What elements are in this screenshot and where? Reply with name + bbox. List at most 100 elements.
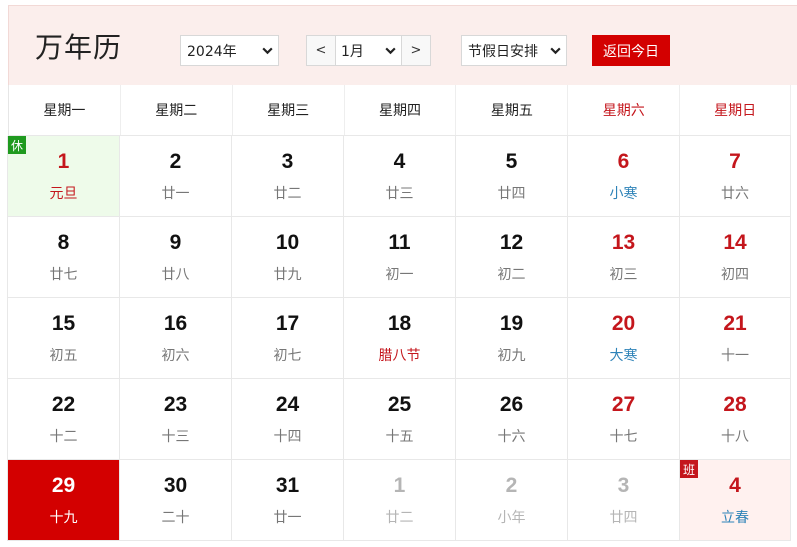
day-cell[interactable]: 11 初一 — [343, 217, 456, 298]
day-cell[interactable]: 3 廿四 — [567, 460, 680, 541]
day-number: 5 — [505, 150, 518, 173]
lunar-date: 大寒 — [609, 348, 638, 364]
lunar-date: 初九 — [497, 348, 526, 364]
lunar-date: 元旦 — [49, 186, 78, 202]
day-number: 19 — [499, 312, 524, 335]
day-number: 17 — [275, 312, 300, 335]
day-cell[interactable]: 2 小年 — [455, 460, 568, 541]
day-cell[interactable]: 12 初二 — [455, 217, 568, 298]
day-cell[interactable]: 3 廿二 — [231, 136, 344, 217]
calendar-header: 万年历 2024年 < 1月 > 节假日安排 返回今日 — [8, 5, 797, 85]
day-cell[interactable]: 25 十五 — [343, 379, 456, 460]
lunar-date: 廿二 — [273, 186, 302, 202]
lunar-date: 小寒 — [609, 186, 638, 202]
day-cell[interactable]: 20 大寒 — [567, 298, 680, 379]
day-number: 20 — [611, 312, 636, 335]
lunar-date: 廿二 — [385, 510, 414, 526]
day-number: 12 — [499, 231, 524, 254]
month-navigator: < 1月 > — [306, 35, 431, 66]
day-number: 16 — [163, 312, 188, 335]
day-number: 6 — [617, 150, 630, 173]
lunar-date: 廿四 — [497, 186, 526, 202]
day-cell[interactable]: 16 初六 — [119, 298, 232, 379]
days-grid: 休 1 元旦 2 廿一 3 廿二 4 廿三 5 廿四 6 小寒 7 廿六 8 廿七 9 廿八 10 廿九 11 初一 12 初二… — [7, 135, 791, 541]
lunar-date: 廿一 — [273, 510, 302, 526]
day-cell[interactable]: 24 十四 — [231, 379, 344, 460]
day-number: 15 — [51, 312, 76, 335]
holiday-select-value: 节假日安排 — [468, 43, 538, 60]
lunar-date: 廿六 — [721, 186, 749, 202]
calendar-grid: 星期一 星期二 星期三 星期四 星期五 星期六 星期日 休 1 元旦 2 廿一 3 廿二 4 廿三 5 廿四 6 小… — [7, 85, 792, 541]
day-cell[interactable]: 17 初七 — [231, 298, 344, 379]
holiday-select[interactable]: 节假日安排 — [461, 35, 567, 66]
day-cell[interactable]: 22 十二 — [7, 379, 120, 460]
day-cell[interactable]: 13 初三 — [567, 217, 680, 298]
day-number: 30 — [163, 474, 188, 497]
lunar-date: 初一 — [385, 267, 414, 283]
lunar-date: 初二 — [497, 267, 526, 283]
lunar-date: 十八 — [721, 429, 749, 445]
lunar-date: 初六 — [161, 348, 190, 364]
day-cell[interactable]: 8 廿七 — [7, 217, 120, 298]
lunar-date: 腊八节 — [378, 348, 421, 364]
lunar-date: 廿一 — [161, 186, 190, 202]
lunar-date: 小年 — [497, 510, 526, 526]
lunar-date: 廿八 — [161, 267, 190, 283]
day-cell[interactable]: 班 4 立春 — [679, 460, 791, 541]
weekday-label: 星期五 — [456, 85, 569, 135]
day-number: 28 — [723, 393, 747, 416]
day-number: 2 — [505, 474, 518, 497]
day-number: 29 — [51, 474, 76, 497]
lunar-date: 十二 — [49, 429, 78, 445]
chevron-down-icon — [256, 44, 278, 57]
day-cell[interactable]: 31 廿一 — [231, 460, 344, 541]
day-cell[interactable]: 10 廿九 — [231, 217, 344, 298]
day-cell[interactable]: 7 廿六 — [679, 136, 791, 217]
day-cell[interactable]: 14 初四 — [679, 217, 791, 298]
day-number: 9 — [169, 231, 182, 254]
day-cell[interactable]: 23 十三 — [119, 379, 232, 460]
day-number: 2 — [169, 150, 182, 173]
day-cell[interactable]: 1 廿二 — [343, 460, 456, 541]
day-cell[interactable]: 19 初九 — [455, 298, 568, 379]
lunar-date: 初四 — [721, 267, 749, 283]
lunar-date: 初五 — [49, 348, 78, 364]
day-cell[interactable]: 26 十六 — [455, 379, 568, 460]
day-cell[interactable]: 休 1 元旦 — [7, 136, 120, 217]
day-number: 1 — [57, 150, 70, 173]
lunar-date: 十六 — [497, 429, 526, 445]
day-cell[interactable]: 30 二十 — [119, 460, 232, 541]
day-number: 10 — [275, 231, 300, 254]
day-number: 1 — [393, 474, 406, 497]
day-cell[interactable]: 9 廿八 — [119, 217, 232, 298]
day-number: 25 — [387, 393, 412, 416]
lunar-date: 立春 — [721, 510, 749, 526]
weekday-label: 星期日 — [680, 85, 792, 135]
day-cell[interactable]: 27 十七 — [567, 379, 680, 460]
day-cell[interactable]: 4 廿三 — [343, 136, 456, 217]
day-cell[interactable]: 18 腊八节 — [343, 298, 456, 379]
lunar-date: 廿四 — [609, 510, 638, 526]
day-number: 14 — [723, 231, 747, 254]
year-select[interactable]: 2024年 — [180, 35, 279, 66]
day-cell[interactable]: 6 小寒 — [567, 136, 680, 217]
weekday-label: 星期六 — [568, 85, 681, 135]
day-cell[interactable]: 2 廿一 — [119, 136, 232, 217]
day-cell[interactable]: 5 廿四 — [455, 136, 568, 217]
page-title: 万年历 — [35, 31, 123, 64]
day-cell[interactable]: 21 十一 — [679, 298, 791, 379]
lunar-date: 廿七 — [49, 267, 78, 283]
prev-month-button[interactable]: < — [307, 36, 336, 65]
day-number: 26 — [499, 393, 524, 416]
lunar-date: 十一 — [721, 348, 749, 364]
day-cell[interactable]: 15 初五 — [7, 298, 120, 379]
day-number: 22 — [51, 393, 76, 416]
back-to-today-button[interactable]: 返回今日 — [592, 35, 670, 66]
day-cell-today[interactable]: 29 十九 — [7, 460, 120, 541]
lunar-date: 二十 — [161, 510, 190, 526]
day-number: 13 — [611, 231, 636, 254]
year-select-value: 2024年 — [187, 43, 237, 60]
month-select[interactable]: 1月 — [336, 36, 401, 65]
day-cell[interactable]: 28 十八 — [679, 379, 791, 460]
next-month-button[interactable]: > — [401, 36, 430, 65]
